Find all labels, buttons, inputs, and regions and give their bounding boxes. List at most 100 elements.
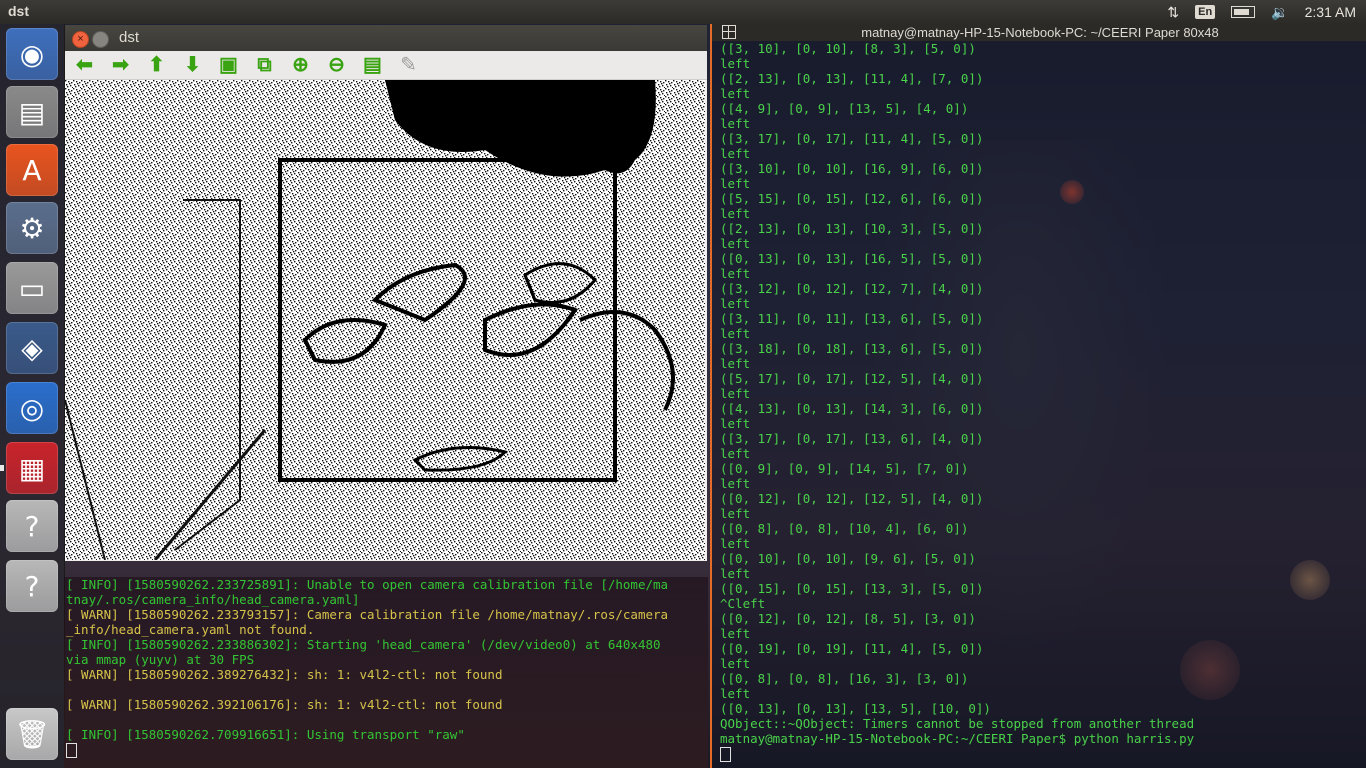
terminal-line: left: [720, 566, 751, 581]
terminal-line: matnay@matnay-HP-15-Notebook-PC:~/CEERI …: [720, 731, 1195, 746]
terminal-line: ([3, 12], [0, 12], [12, 7], [4, 0]): [720, 281, 984, 296]
terminal-line: ([5, 15], [0, 15], [12, 6], [6, 0]): [720, 191, 984, 206]
terminal-line: [ INFO] [1580590262.233725891]: Unable t…: [66, 577, 669, 592]
terminal-line: left: [720, 416, 751, 431]
terminal-line: ([0, 8], [0, 8], [10, 4], [6, 0]): [720, 521, 969, 536]
keyboard-layout-indicator[interactable]: En: [1187, 0, 1223, 24]
ubuntu-dash-icon-glyph: ◉: [19, 37, 45, 71]
terminal-line: left: [720, 116, 751, 131]
terminal-cursor: [66, 743, 77, 758]
terminal-line: [ WARN] [1580590262.233793157]: Camera c…: [66, 607, 669, 622]
terminal-right[interactable]: matnay@matnay-HP-15-Notebook-PC: ~/CEERI…: [710, 24, 1366, 768]
zoom-fit-icon[interactable]: ⧉: [251, 53, 278, 77]
close-button[interactable]: ×: [72, 31, 89, 48]
terminal-line: ([3, 18], [0, 18], [13, 6], [5, 0]): [720, 341, 984, 356]
app-red-icon-glyph: ▦: [18, 451, 46, 485]
terminal-line: ^Cleft: [720, 596, 766, 611]
terminal-output: ([3, 10], [0, 10], [8, 3], [5, 0]) left([…: [712, 41, 1366, 762]
image-viewer-window: × dst ⬅ ➡ ⬆ ⬇ ▣ ⧉ ⊕ ⊖ ▤ ✎: [65, 25, 707, 561]
terminal-line: left: [720, 356, 751, 371]
files-icon-glyph: ▤: [18, 95, 46, 129]
terminal-line: left: [720, 326, 751, 341]
terminal-line: ([3, 10], [0, 10], [16, 9], [6, 0]): [720, 161, 984, 176]
system-settings-icon-glyph: ⚙: [19, 211, 45, 245]
disks-icon-glyph: ▭: [18, 271, 46, 305]
forward-icon[interactable]: ➡: [107, 53, 134, 77]
terminal-line: _info/head_camera.yaml not found.: [66, 622, 315, 637]
terminal-line: ([2, 13], [0, 13], [11, 4], [7, 0]): [720, 71, 984, 86]
terminal-line: left: [720, 446, 751, 461]
terminal-line: left: [720, 536, 751, 551]
top-panel: dst ⇅ En 🔉 2:31 AM: [0, 0, 1366, 24]
terminal-line: tnay/.ros/camera_info/head_camera.yaml]: [66, 592, 360, 607]
brush-icon[interactable]: ✎: [395, 53, 422, 77]
window-menu-icon[interactable]: [722, 25, 736, 39]
terminal-line: ([4, 13], [0, 13], [14, 3], [6, 0]): [720, 401, 984, 416]
terminal-line: ([0, 13], [0, 13], [13, 5], [10, 0]): [720, 701, 991, 716]
terminal-line: [ INFO] [1580590262.233886302]: Starting…: [66, 637, 661, 652]
up-icon[interactable]: ⬆: [143, 53, 170, 77]
system-settings-icon[interactable]: ⚙: [6, 202, 58, 254]
unknown-app-icon-glyph: ?: [24, 509, 40, 543]
terminal-line: [ WARN] [1580590262.392106176]: sh: 1: v…: [66, 697, 503, 712]
terminal-line: ([2, 13], [0, 13], [10, 3], [5, 0]): [720, 221, 984, 236]
launcher: ◉ ▤ A ⚙ ▭ ◈ ◎ ▦?? 🗑: [0, 24, 65, 768]
terminal-left[interactable]: [ INFO] [1580590262.233725891]: Unable t…: [64, 577, 708, 768]
app-red-icon[interactable]: ▦: [6, 442, 58, 494]
image-icon[interactable]: ▣: [215, 53, 242, 77]
terminal-line: left: [720, 266, 751, 281]
terminal-line: ([0, 10], [0, 10], [9, 6], [5, 0]): [720, 551, 976, 566]
chromium-icon-glyph: ◎: [19, 391, 45, 425]
terminal-line: left: [720, 176, 751, 191]
terminal-titlebar[interactable]: matnay@matnay-HP-15-Notebook-PC: ~/CEERI…: [712, 24, 1366, 41]
back-icon[interactable]: ⬅: [71, 53, 98, 77]
terminal-line: left: [720, 236, 751, 251]
terminal-line: ([3, 10], [0, 10], [8, 3], [5, 0]): [720, 41, 976, 56]
terminal-line: ([0, 19], [0, 19], [11, 4], [5, 0]): [720, 641, 984, 656]
network-transfer-icon[interactable]: ⇅: [1159, 0, 1187, 24]
terminal-line: ([4, 9], [0, 9], [13, 5], [4, 0]): [720, 101, 969, 116]
terminal-line: left: [720, 656, 751, 671]
clock[interactable]: 2:31 AM: [1297, 0, 1366, 24]
terminal-line: ([0, 8], [0, 8], [16, 3], [3, 0]): [720, 671, 969, 686]
zoom-in-icon[interactable]: ⊕: [287, 53, 314, 77]
indicator-area: ⇅ En 🔉 2:31 AM: [1159, 0, 1366, 24]
terminal-line: left: [720, 86, 751, 101]
terminal-line: ([0, 12], [0, 12], [8, 5], [3, 0]): [720, 611, 976, 626]
terminal-line: left: [720, 206, 751, 221]
files-icon[interactable]: ▤: [6, 86, 58, 138]
active-app-title: dst: [8, 3, 29, 19]
terminal-line: ([0, 12], [0, 12], [12, 5], [4, 0]): [720, 491, 984, 506]
save-icon[interactable]: ▤: [359, 53, 386, 77]
terminal-line: left: [720, 476, 751, 491]
unknown-app-icon[interactable]: ?: [6, 500, 58, 552]
unknown-app-icon-2[interactable]: ?: [6, 560, 58, 612]
down-icon[interactable]: ⬇: [179, 53, 206, 77]
terminal-line: QObject::~QObject: Timers cannot be stop…: [720, 716, 1195, 731]
terminal-line: left: [720, 146, 751, 161]
volume-icon[interactable]: 🔉: [1263, 0, 1296, 24]
viewer-titlebar[interactable]: × dst: [65, 25, 707, 51]
minimize-button[interactable]: [92, 31, 109, 48]
terminal-cursor: [720, 747, 731, 762]
terminal-line: ([0, 9], [0, 9], [14, 5], [7, 0]): [720, 461, 969, 476]
zoom-out-icon[interactable]: ⊖: [323, 53, 350, 77]
software-center-icon[interactable]: A: [6, 144, 58, 196]
battery-icon[interactable]: [1223, 0, 1263, 24]
terminal-title: matnay@matnay-HP-15-Notebook-PC: ~/CEERI…: [861, 25, 1219, 40]
terminal-line: ([0, 13], [0, 13], [16, 5], [5, 0]): [720, 251, 984, 266]
trash-icon[interactable]: 🗑: [6, 708, 58, 760]
chromium-icon[interactable]: ◎: [6, 382, 58, 434]
ubuntu-dash-icon[interactable]: ◉: [6, 28, 58, 80]
viewer-toolbar: ⬅ ➡ ⬆ ⬇ ▣ ⧉ ⊕ ⊖ ▤ ✎: [65, 51, 707, 80]
edge-image-canvas[interactable]: [65, 80, 705, 560]
terminal-line: left: [720, 56, 751, 71]
terminal-line: ([5, 17], [0, 17], [12, 5], [4, 0]): [720, 371, 984, 386]
disks-icon[interactable]: ▭: [6, 262, 58, 314]
trash-icon-glyph: 🗑: [14, 717, 50, 751]
virtualbox-icon[interactable]: ◈: [6, 322, 58, 374]
terminal-line: left: [720, 386, 751, 401]
edge-image: [65, 80, 705, 560]
